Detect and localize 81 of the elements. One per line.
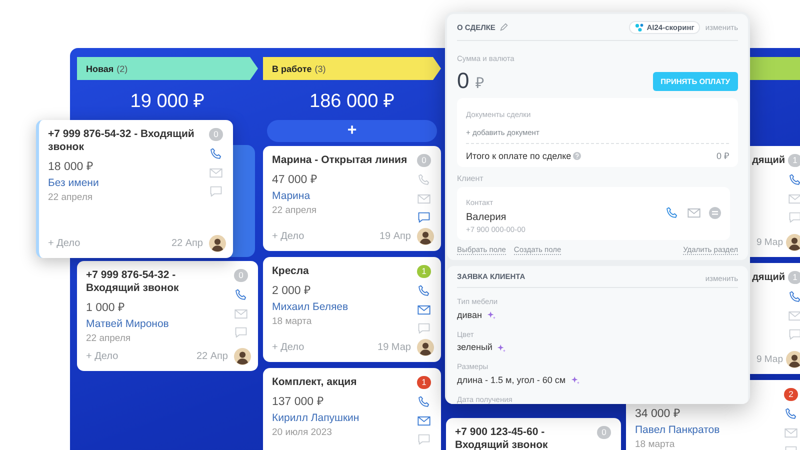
stage-title: Новая [86, 64, 114, 74]
pencil-icon [500, 23, 508, 31]
count-badge: 1 [416, 376, 432, 389]
total-value: 0 ₽ [716, 150, 729, 161]
contact-link[interactable]: Без имени [48, 177, 202, 189]
card-date: 22 апреля [86, 333, 132, 344]
deal-amount: 0 [457, 68, 470, 93]
nodes-icon [634, 22, 644, 32]
deal-card[interactable]: +7 900 123-45-60 - Входящий звонок 0 [446, 418, 621, 450]
contact-link[interactable]: Павел Панкратов [635, 424, 777, 436]
count-badge: 1 [788, 271, 800, 284]
card-date: 20 июля 2023 [272, 427, 333, 438]
contact-link[interactable]: Михаил Беляев [272, 301, 410, 313]
count-badge: 0 [234, 269, 248, 282]
deal-card[interactable]: Марина - Открытая линия 47 000 ₽ Марина 22 апреля 0 + Дело 19 Апр [263, 146, 441, 251]
help-icon [573, 152, 582, 160]
deal-card[interactable]: +7 999 876-54-32 - Входящий звонок 18 000 ₽ Без имени 22 апреля 0 + Дело 22 Апр [36, 120, 233, 258]
field-value: длина - 1.5 м, угол - 60 см [457, 376, 566, 386]
phone-icon [665, 206, 679, 220]
field-value: диван [457, 310, 482, 321]
card-title: Кресла [272, 265, 309, 277]
stage-title: В работе [272, 64, 312, 74]
field-label: Клиент [457, 174, 484, 183]
count-badge: 0 [416, 154, 432, 167]
add-task-link[interactable]: + Дело [86, 351, 118, 362]
card-title: Комплект, акция [272, 376, 357, 388]
stage-count: (3) [314, 64, 326, 74]
card-amount: 2 000 ₽ [272, 284, 312, 297]
card-amount: 34 000 ₽ [635, 407, 682, 420]
card-title: дящий [752, 272, 785, 283]
card-title: дящий [752, 155, 785, 166]
add-task-link[interactable]: + Дело [48, 238, 80, 249]
count-badge: 1 [788, 154, 800, 167]
count-badge: 0 [596, 426, 612, 439]
stage-count: (2) [116, 64, 128, 74]
deal-card[interactable]: +7 999 876-54-32 - Входящий звонок 1 000 ₽ Матвей Миронов 22 апреля 0 + Дело 22 Апр [77, 261, 258, 371]
chat-icon [709, 207, 721, 220]
add-task-link[interactable]: + Дело [272, 231, 304, 242]
card-amount: 137 000 ₽ [272, 395, 325, 408]
contact-link[interactable]: Марина [272, 190, 410, 202]
card-title: +7 999 876-54-32 - Входящий звонок [86, 269, 179, 294]
due-date: 9 Мар [756, 237, 783, 248]
currency-label: ₽ [475, 74, 484, 92]
stage-header[interactable]: В работе (3) [263, 57, 441, 80]
stage-header[interactable]: Новая (2) [77, 57, 258, 80]
card-date: 18 марта [272, 316, 313, 327]
card-amount: 18 000 ₽ [48, 160, 94, 173]
card-title: Марина - Открытая линия [272, 154, 408, 166]
due-date: 22 Апр [171, 238, 203, 249]
card-amount: 1 000 ₽ [86, 301, 126, 314]
total-label: Итого к оплате по сделке [466, 150, 572, 161]
stage-total: 186 000 ₽ [310, 90, 394, 113]
avatar-icon [417, 339, 434, 356]
deal-card[interactable]: Кресла 2 000 ₽ Михаил Беляев 18 марта 1 + Дело 19 Мар [263, 257, 441, 362]
contact-link[interactable]: Матвей Миронов [86, 318, 227, 330]
deal-card[interactable]: Комплект, акция 137 000 ₽ Кирилл Лапушкин 20 июля 2023 1 [263, 368, 441, 450]
card-date: 22 апреля [48, 192, 94, 203]
count-badge: 2 [784, 388, 798, 401]
count-badge: 1 [416, 265, 432, 278]
avatar-icon [234, 348, 251, 365]
card-amount: 47 000 ₽ [272, 173, 318, 186]
avatar-icon [417, 228, 434, 245]
card-title: +7 900 123-45-60 - Входящий звонок [455, 426, 548, 450]
due-date: 9 Мар [756, 354, 783, 365]
due-date: 22 Апр [196, 351, 228, 362]
contact-name[interactable]: Валерия [466, 212, 506, 223]
mail-icon [687, 207, 701, 220]
add-task-link[interactable]: + Дело [272, 342, 304, 353]
due-date: 19 Мар [378, 342, 411, 353]
stage-total: 19 000 ₽ [130, 90, 205, 113]
avatar-icon [786, 234, 800, 251]
due-date: 19 Апр [379, 231, 411, 242]
avatar-icon [209, 235, 226, 252]
contact-link[interactable]: Кирилл Лапушкин [272, 412, 410, 424]
field-value: зеленый [457, 343, 492, 354]
card-date: 18 марта [635, 439, 676, 450]
avatar-icon [786, 351, 800, 368]
count-badge: 0 [208, 128, 224, 141]
add-deal-button[interactable]: + [267, 120, 437, 142]
card-title: +7 999 876-54-32 - Входящий звонок [48, 128, 194, 153]
card-date: 22 апреля [272, 205, 318, 216]
